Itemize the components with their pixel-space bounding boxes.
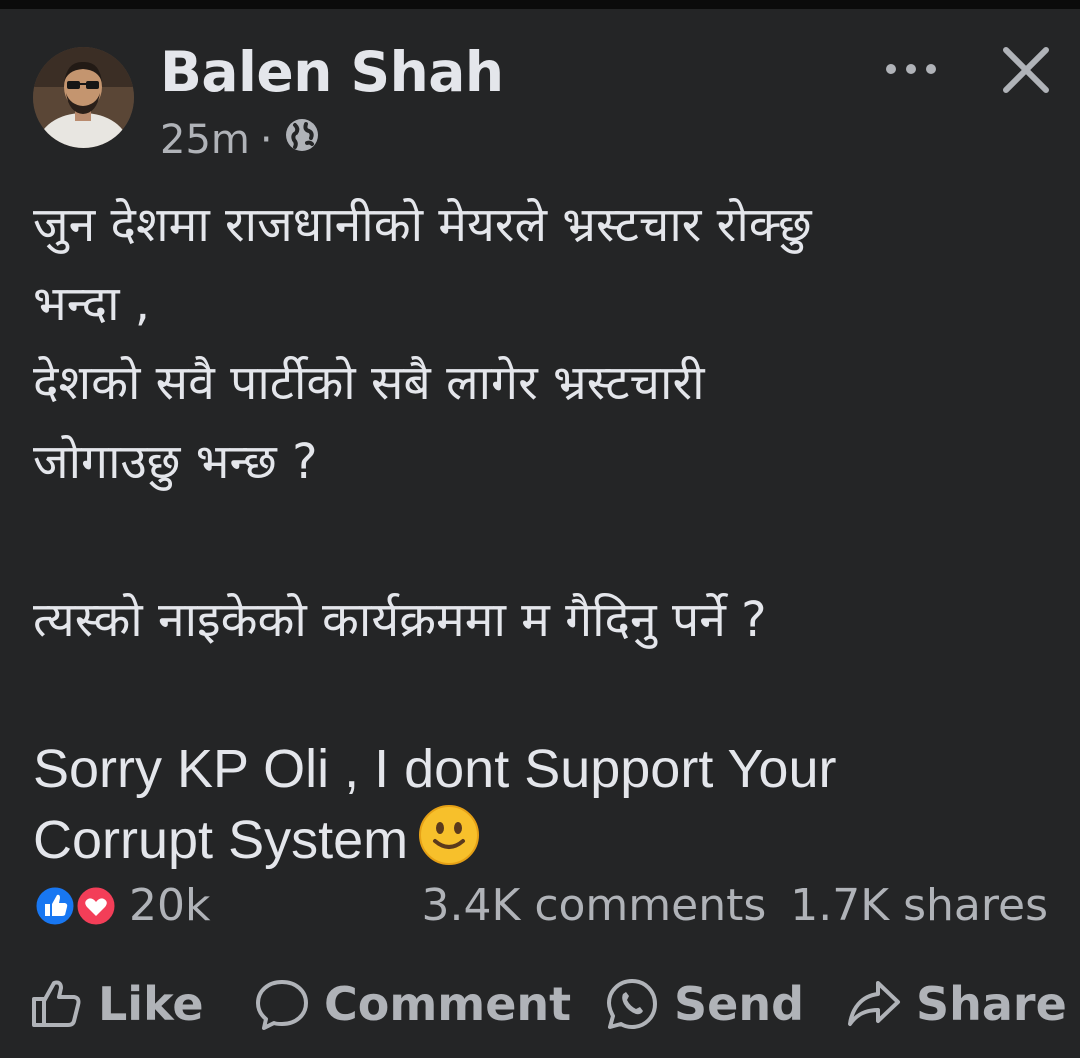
post-text-english-2-row: Corrupt System: [33, 804, 1043, 875]
comment-button[interactable]: Comment: [254, 968, 571, 1040]
close-button[interactable]: [998, 42, 1054, 98]
send-button[interactable]: Send: [604, 968, 804, 1040]
shares-count[interactable]: 1.7K shares: [790, 880, 1048, 931]
post-stats: 20k 3.4K comments 1.7K shares: [33, 872, 1048, 936]
send-label: Send: [674, 977, 805, 1031]
author-name[interactable]: Balen Shah: [160, 40, 504, 104]
share-arrow-icon: [848, 981, 900, 1026]
reaction-icons[interactable]: [33, 884, 119, 928]
thumbs-up-icon: [32, 980, 81, 1027]
post-body: जुन देशमा राजधानीको मेयरले भ्रस्टचार रोक…: [33, 186, 1043, 875]
like-button[interactable]: Like: [30, 968, 204, 1040]
avatar[interactable]: [33, 47, 134, 148]
comments-count[interactable]: 3.4K comments: [422, 880, 767, 931]
post-time[interactable]: 25m: [160, 117, 250, 163]
share-button[interactable]: Share: [846, 968, 1067, 1040]
like-label: Like: [98, 977, 204, 1031]
slightly-smiling-face-emoji: [418, 804, 480, 866]
post-text-line: त्यस्को नाइकेको कार्यक्रममा म गैदिनु पर्…: [33, 592, 767, 648]
post-text-line: जुन देशमा राजधानीको मेयरले भ्रस्टचार रोक…: [33, 197, 812, 253]
meta-separator: ·: [259, 117, 273, 163]
post-meta: 25m ·: [160, 116, 321, 164]
globe-icon: [283, 116, 321, 164]
post-text-english-2: Corrupt System: [33, 810, 409, 870]
reaction-count[interactable]: 20k: [129, 880, 210, 931]
post-text-english-1: Sorry KP Oli , I dont Support Your: [33, 739, 837, 799]
post-text-line: जोगाउछु भन्छ ?: [33, 434, 318, 490]
share-label: Share: [916, 977, 1067, 1031]
whatsapp-icon: [607, 979, 657, 1029]
stats-right: 3.4K comments 1.7K shares: [422, 880, 1049, 931]
post-text-line: भन्दा ,: [33, 276, 151, 332]
comment-label: Comment: [324, 977, 572, 1031]
more-options-button[interactable]: [884, 52, 940, 86]
comment-icon: [256, 980, 308, 1030]
top-border: [0, 0, 1080, 9]
post-text-line: देशको सवै पार्टीको सबै लागेर भ्रस्टचारी: [33, 355, 705, 411]
close-icon: [1003, 47, 1049, 93]
action-bar: Like Comment Send Share: [0, 968, 1080, 1048]
